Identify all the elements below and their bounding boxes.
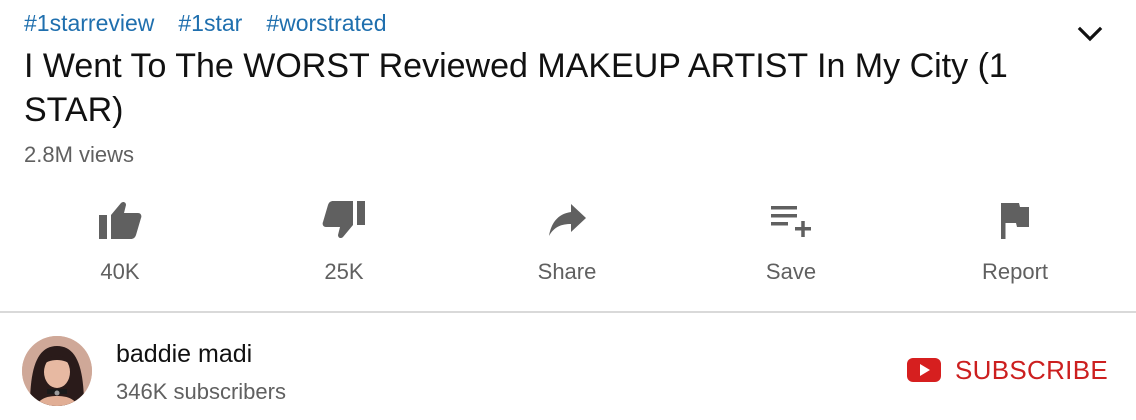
hashtag-row: #1starreview #1star #worstrated [24, 8, 387, 38]
thumbs-down-icon [318, 194, 370, 246]
like-count: 40K [100, 259, 140, 284]
share-button[interactable]: Share [487, 194, 647, 286]
divider [0, 311, 1136, 313]
hashtag-link[interactable]: #1starreview [24, 8, 154, 38]
playlist-add-icon [765, 194, 817, 246]
report-label: Report [981, 259, 1049, 284]
subscribe-button[interactable]: SUBSCRIBE [907, 354, 1108, 386]
subscribe-label: SUBSCRIBE [955, 355, 1108, 385]
hashtag-link[interactable]: #worstrated [266, 8, 386, 38]
channel-avatar[interactable] [22, 336, 92, 406]
flag-icon [989, 194, 1041, 246]
save-button[interactable]: Save [711, 194, 871, 286]
save-label: Save [765, 259, 817, 284]
video-title: I Went To The WORST Reviewed MAKEUP ARTI… [24, 47, 1008, 129]
action-bar: 40K 25K Share Save Report [0, 194, 1136, 294]
like-button[interactable]: 40K [40, 194, 200, 286]
dislike-button[interactable]: 25K [264, 194, 424, 286]
dislike-count: 25K [324, 259, 364, 284]
subscriber-count: 346K subscribers [116, 379, 286, 404]
thumbs-up-icon [94, 194, 146, 246]
expand-description-button[interactable] [1074, 18, 1106, 50]
view-count: 2.8M views [24, 142, 135, 167]
report-button[interactable]: Report [935, 194, 1095, 286]
chevron-down-icon [1077, 26, 1103, 42]
video-info-panel: #1starreview #1star #worstrated I Went T… [0, 0, 1136, 420]
share-arrow-icon [541, 194, 593, 246]
youtube-play-icon [907, 358, 942, 382]
hashtag-link[interactable]: #1star [178, 8, 242, 38]
share-label: Share [537, 259, 597, 284]
channel-name[interactable]: baddie madi [116, 339, 252, 369]
